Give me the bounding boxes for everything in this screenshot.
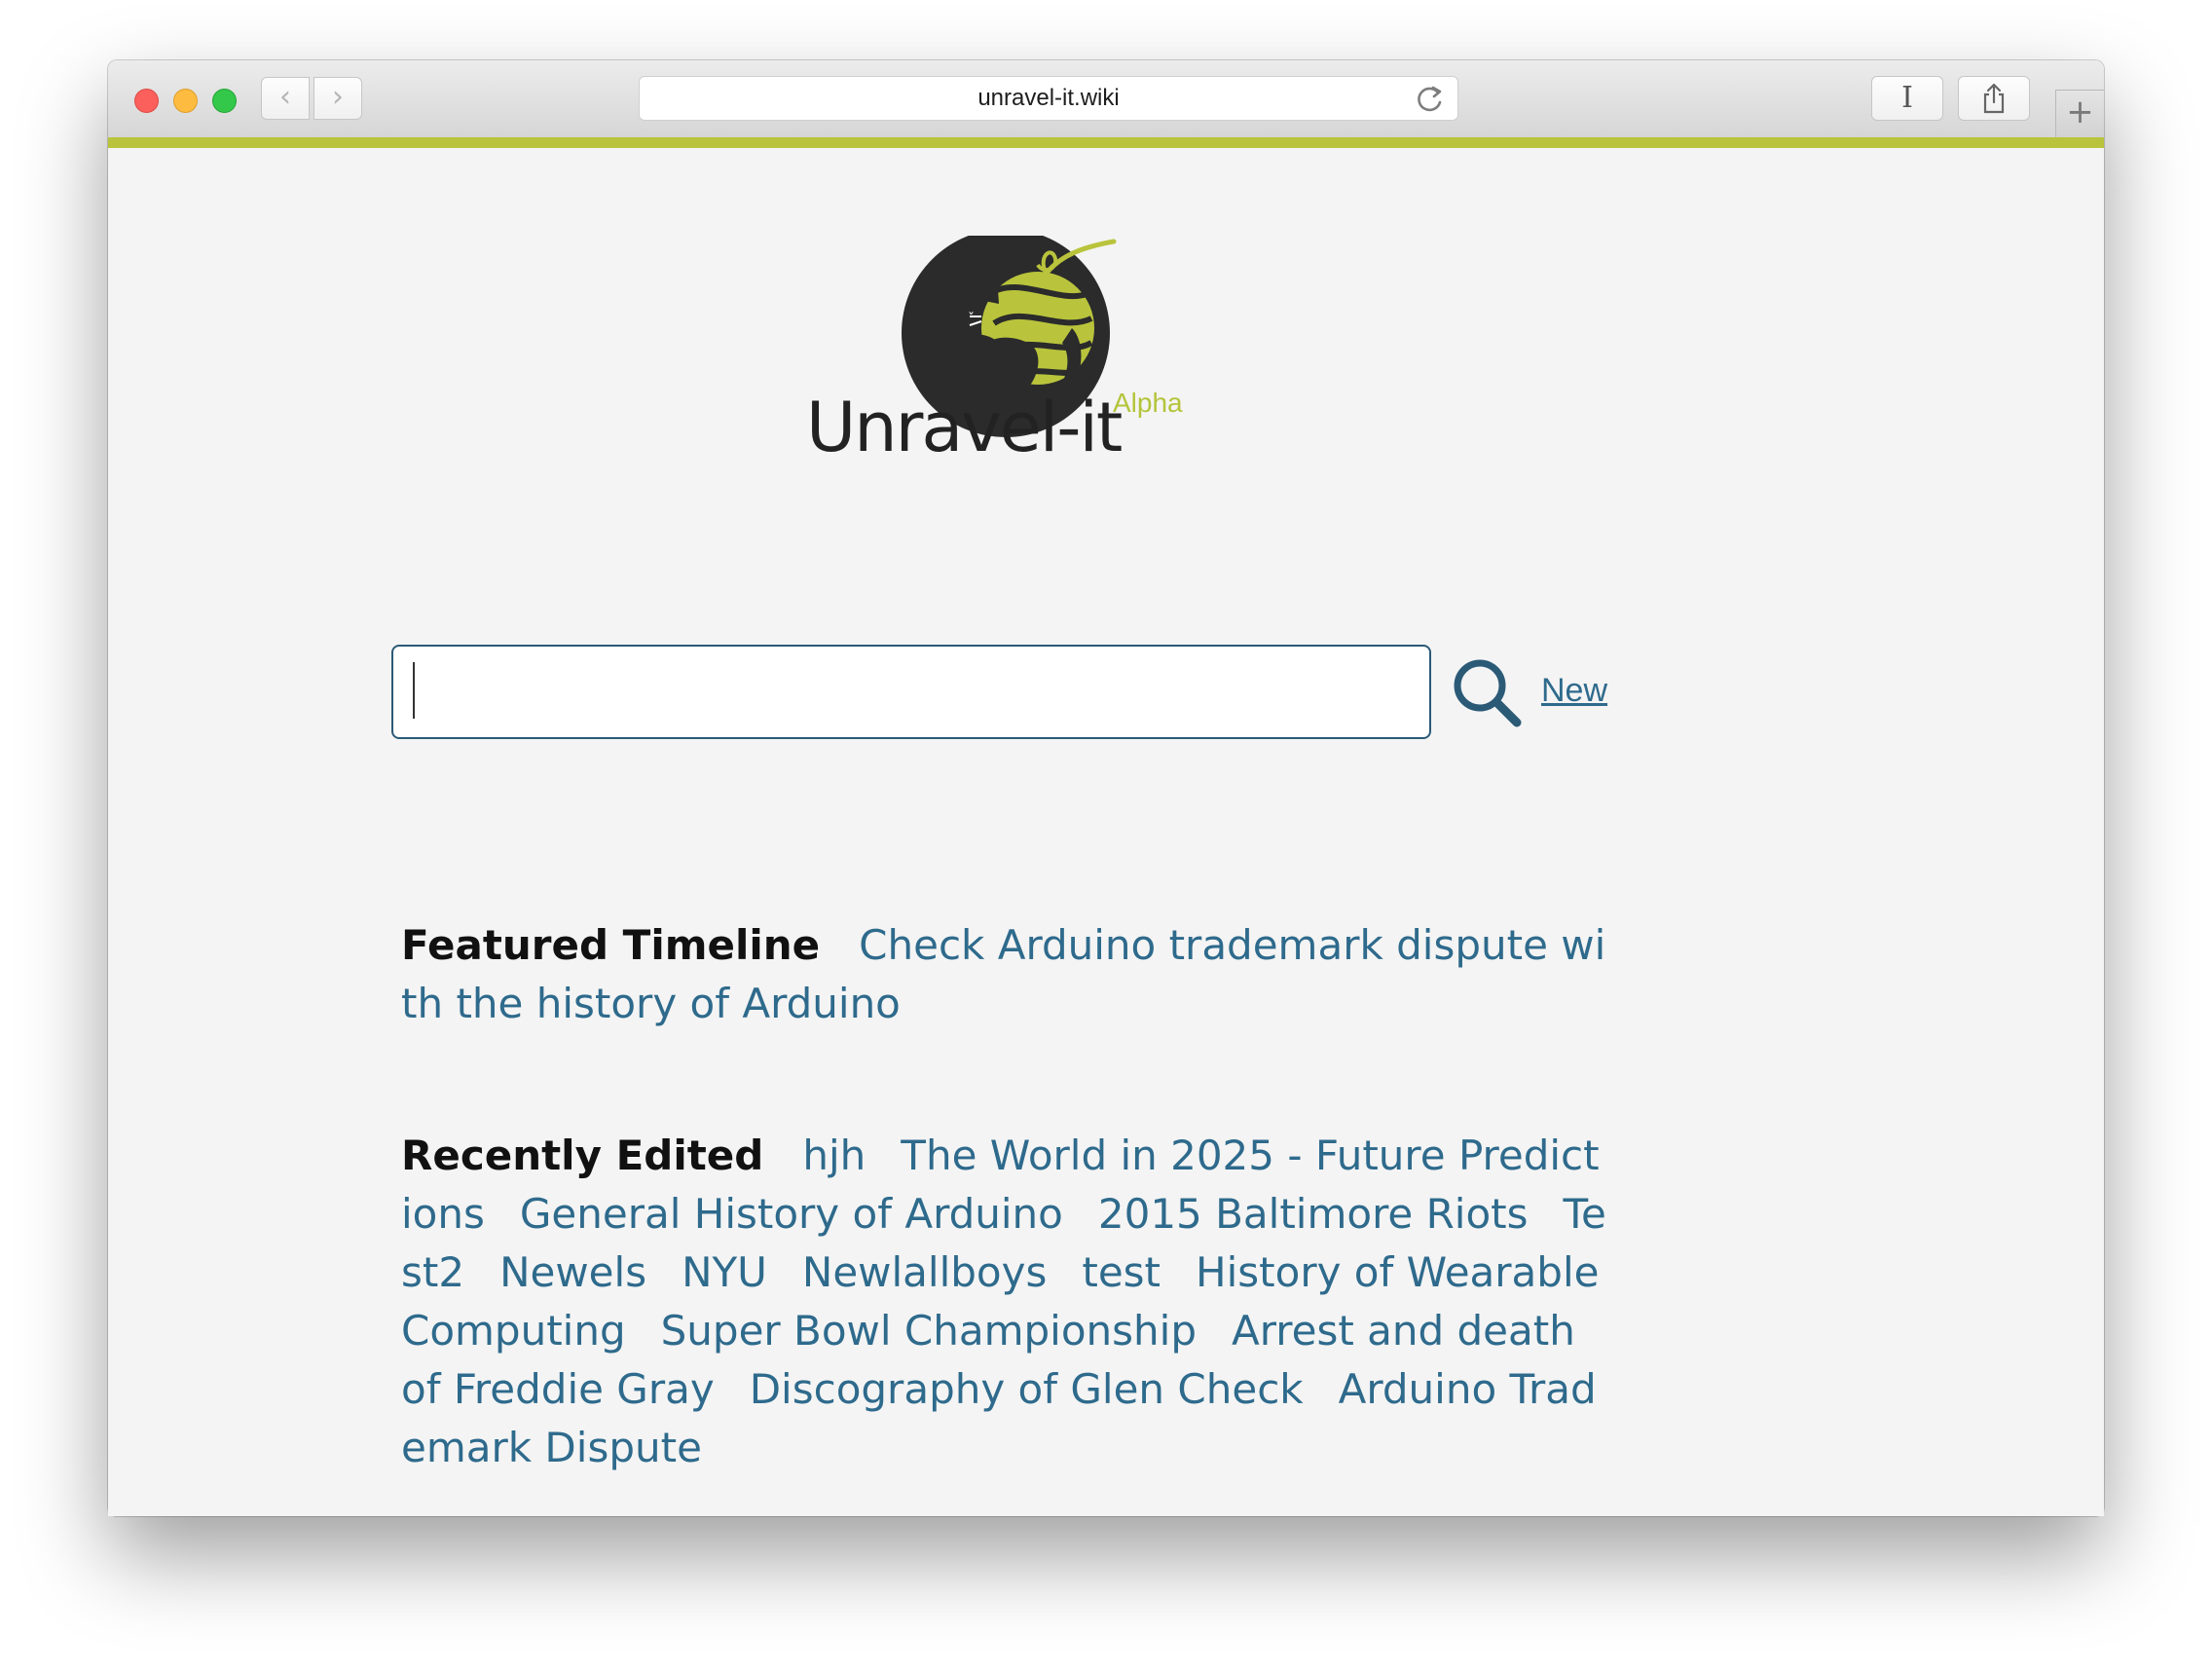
recent-link[interactable]: Newlallboys: [802, 1248, 1047, 1296]
featured-timeline-section: Featured Timeline Check Arduino trademark…: [401, 916, 1608, 1033]
address-bar-url: unravel-it.wiki: [977, 85, 1120, 111]
recent-link[interactable]: Super Bowl Championship: [661, 1307, 1197, 1355]
share-button[interactable]: [1958, 76, 2030, 121]
new-tab-button[interactable]: +: [2055, 90, 2104, 137]
recent-link[interactable]: Discography of Glen Check: [750, 1365, 1304, 1413]
address-bar[interactable]: unravel-it.wiki: [639, 76, 1458, 121]
accent-bar: [108, 137, 2104, 148]
featured-timeline-label: Featured Timeline: [401, 921, 821, 969]
recent-link[interactable]: NYU: [682, 1248, 767, 1296]
chevron-left-icon: ‹: [279, 80, 291, 114]
new-timeline-link[interactable]: New: [1541, 672, 1607, 710]
minimize-window-button[interactable]: [173, 89, 198, 113]
recent-link[interactable]: test: [1082, 1248, 1161, 1296]
forward-button[interactable]: ›: [313, 77, 362, 120]
recent-link[interactable]: Newels: [499, 1248, 646, 1296]
page-content: ˇ Unravel-it Alpha New Featured Timeline…: [108, 148, 2104, 1516]
brand-wordmark: Unravel-it Alpha: [806, 384, 1196, 471]
reload-icon[interactable]: [1413, 81, 1446, 116]
close-window-button[interactable]: [134, 89, 159, 113]
search-icon[interactable]: [1449, 654, 1525, 730]
site-title: Unravel-it: [806, 388, 1123, 467]
reader-icon: I: [1901, 81, 1913, 115]
recent-link[interactable]: 2015 Baltimore Riots: [1098, 1190, 1529, 1238]
back-button[interactable]: ‹: [261, 77, 310, 120]
chevron-right-icon: ›: [332, 80, 344, 114]
zoom-window-button[interactable]: [212, 89, 237, 113]
plus-icon: +: [2066, 93, 2094, 131]
browser-toolbar: ‹ › unravel-it.wiki I +: [108, 60, 2104, 138]
share-icon: [1983, 83, 2005, 114]
alpha-badge: Alpha: [1113, 388, 1183, 418]
search-input[interactable]: [391, 645, 1431, 739]
text-caret: [413, 662, 415, 719]
recently-edited-label: Recently Edited: [401, 1132, 764, 1179]
recent-link[interactable]: hjh: [802, 1132, 866, 1179]
recently-edited-section: Recently Edited hjh The World in 2025 - Fu…: [401, 1127, 1608, 1477]
recent-link[interactable]: General History of Arduino: [520, 1190, 1063, 1238]
reader-button[interactable]: I: [1871, 76, 1943, 121]
